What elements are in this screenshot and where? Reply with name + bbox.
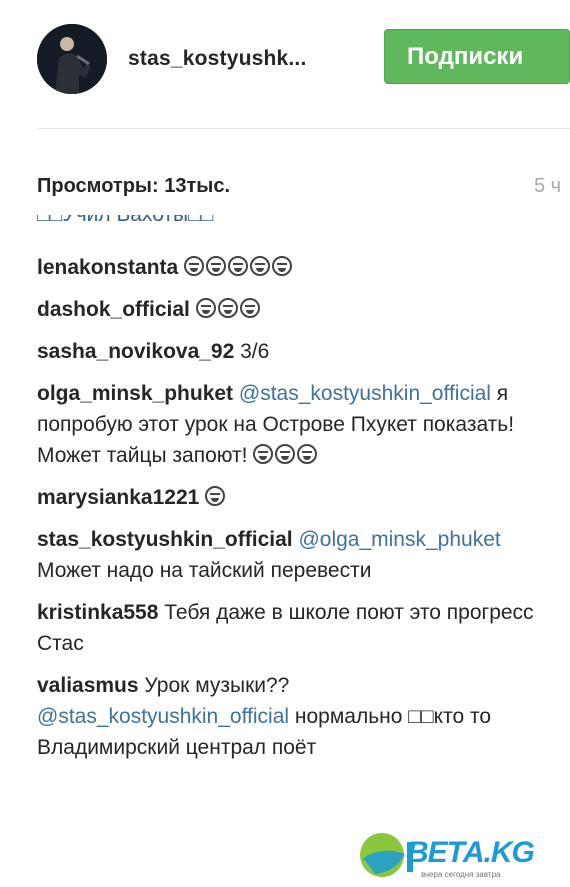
comment-item: kristinka558 Тебя даже в школе поют это … [37, 597, 537, 659]
comment-text: 3/6 [234, 340, 270, 363]
comment-author[interactable]: sasha_novikova_92 [37, 340, 234, 363]
comment-item: marysianka1221 [37, 482, 537, 513]
crying-emoji-icon [206, 256, 227, 276]
watermark-brand: ВЕТА.KG [407, 836, 535, 869]
comment-item: lenakonstanta [37, 252, 537, 283]
crying-emoji-icon [253, 444, 274, 464]
comment-partial: □□Учил Бахоты□□ [37, 215, 537, 241]
comment-text: Урок музыки?? [138, 674, 290, 697]
crying-emoji-icon [228, 256, 249, 276]
watermark-logo: ВЕТА.KG вчера сегодня завтра [355, 828, 570, 882]
globe-icon [360, 833, 413, 877]
comment-item: stas_kostyushkin_official @olga_minsk_ph… [37, 524, 537, 586]
crying-emoji-icon [205, 486, 226, 506]
crying-emoji-icon [250, 256, 271, 276]
profile-username[interactable]: stas_kostyushk... [128, 47, 307, 71]
crying-emoji-icon [239, 298, 260, 318]
comment-partial-text: □□Учил Бахоты□□ [37, 215, 214, 226]
comment-author[interactable]: stas_kostyushkin_official [37, 528, 293, 551]
watermark-tagline: вчера сегодня завтра [421, 870, 501, 879]
comment-author[interactable]: dashok_official [37, 298, 190, 321]
crying-emoji-icon [217, 298, 238, 318]
comment-author[interactable]: kristinka558 [37, 601, 158, 624]
views-count: Просмотры: 13тыс. [37, 175, 231, 197]
comment-text: Может надо на тайский перевести [37, 559, 372, 582]
comment-mention[interactable]: @stas_kostyushkin_official [37, 705, 289, 728]
comment-author[interactable]: olga_minsk_phuket [37, 382, 233, 405]
comment-item: olga_minsk_phuket @stas_kostyushkin_offi… [37, 378, 537, 471]
comments-list[interactable]: □□Учил Бахоты□□ lenakonstanta dashok_off… [37, 215, 537, 882]
comment-item: sasha_novikova_92 3/6 [37, 336, 537, 367]
comment-item: valiasmus Урок музыки?? @stas_kostyushki… [37, 670, 537, 763]
crying-emoji-icon [195, 298, 216, 318]
comment-author[interactable]: marysianka1221 [37, 486, 199, 509]
avatar-photo [37, 24, 107, 94]
comment-author[interactable]: valiasmus [37, 674, 139, 697]
crying-emoji-icon [272, 256, 293, 276]
comment-author[interactable]: lenakonstanta [37, 256, 178, 279]
comment-container: lenakonstanta dashok_official sasha_novi… [37, 252, 537, 763]
crying-emoji-icon [297, 444, 318, 464]
divider [37, 128, 570, 129]
comment-mention[interactable]: @olga_minsk_phuket [293, 528, 500, 551]
post-time: 5 ч [534, 175, 562, 197]
comment-item: dashok_official [37, 294, 537, 325]
crying-emoji-icon [275, 444, 296, 464]
follow-button[interactable]: Подписки [384, 29, 570, 84]
avatar[interactable] [37, 24, 107, 94]
comment-mention[interactable]: @stas_kostyushkin_official [233, 382, 491, 405]
crying-emoji-icon [184, 256, 205, 276]
